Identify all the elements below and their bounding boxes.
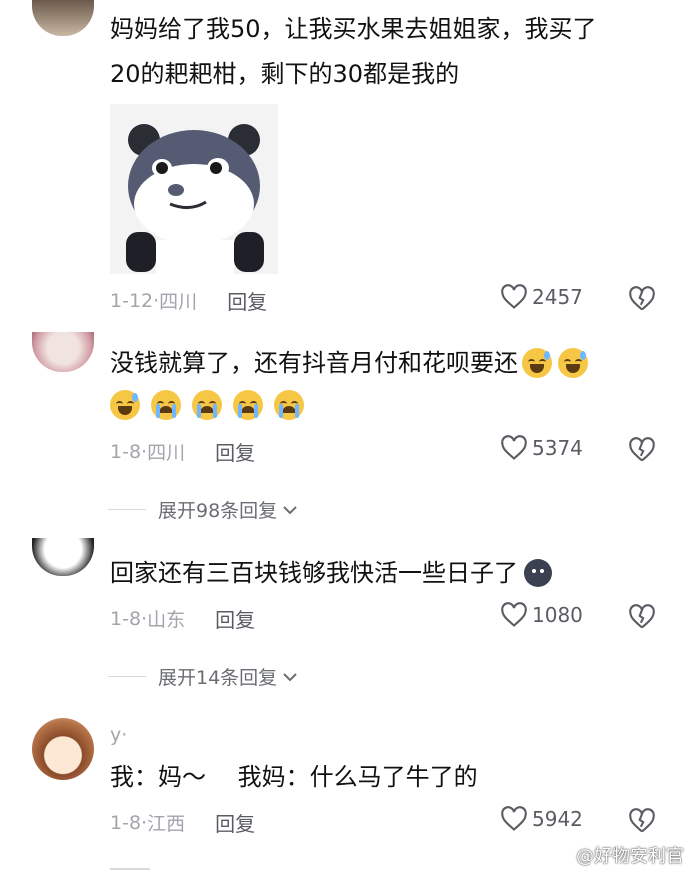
reply-button[interactable]: 回复 — [215, 604, 255, 633]
dislike-button[interactable] — [628, 286, 656, 316]
grinning-sweat-emoji — [522, 348, 552, 378]
dislike-button[interactable] — [628, 437, 656, 467]
dislike-button[interactable] — [628, 604, 656, 634]
expand-replies-label: 展开98条回复 — [158, 500, 278, 522]
comment-location: 江西 — [147, 813, 186, 835]
avatar[interactable] — [32, 332, 94, 372]
heart-icon — [501, 284, 527, 309]
reply-button[interactable]: 回复 — [215, 808, 255, 837]
crying-emoji — [192, 390, 223, 420]
comment-date: 1-8 — [110, 811, 142, 834]
weibo-logo-icon — [548, 848, 571, 864]
chevron-down-icon — [283, 672, 297, 681]
like-button[interactable]: 2457 — [500, 284, 583, 310]
broken-heart-icon — [629, 286, 655, 311]
like-button[interactable]: 5374 — [500, 435, 583, 461]
comment-location: 四川 — [147, 442, 186, 464]
like-button[interactable]: 1080 — [500, 602, 583, 628]
comment-text-line: 没钱就算了，还有抖音月付和花呗要还 — [110, 349, 518, 377]
heart-icon — [501, 435, 527, 460]
broken-heart-icon — [629, 808, 655, 833]
comment-text: 妈妈给了我50，让我买水果去姐姐家，我买了 — [110, 15, 597, 43]
avatar[interactable] — [32, 538, 94, 576]
comment-text: 我：妈～ 我妈：什么马了牛了的 — [110, 763, 478, 791]
divider — [108, 676, 146, 677]
expand-replies-label: 展开14条回复 — [158, 667, 278, 689]
comment-date: 1-12 — [110, 289, 154, 312]
heart-icon — [501, 806, 527, 831]
grinning-sweat-emoji — [558, 348, 588, 378]
crying-emoji — [233, 390, 264, 420]
crying-emoji — [151, 390, 182, 420]
weibo-watermark: @好物安利官 — [548, 842, 684, 868]
divider — [108, 509, 146, 510]
like-count: 1080 — [532, 603, 583, 627]
comment-text: 没钱就算了，还有抖音月付和花呗要还 — [110, 342, 594, 384]
dislike-button[interactable] — [628, 808, 656, 838]
expand-replies-button[interactable]: 展开14条回复 — [108, 663, 299, 690]
comment-meta: 1-8 · 江西 回复 — [110, 808, 255, 837]
like-count: 5942 — [532, 807, 583, 831]
watermark-text: @好物安利官 — [576, 846, 684, 867]
heart-icon — [501, 602, 527, 627]
comment-date: 1-8 — [110, 440, 142, 463]
reply-button[interactable]: 回复 — [227, 286, 267, 315]
comment-meta: 1-8 · 山东 回复 — [110, 604, 255, 633]
comment-text: 回家还有三百块钱够我快活一些日子了 — [110, 552, 552, 594]
avatar[interactable] — [32, 0, 94, 36]
comment-date: 1-8 — [110, 607, 142, 630]
like-count: 5374 — [532, 436, 583, 460]
comment-text-line: 回家还有三百块钱够我快活一些日子了 — [110, 559, 518, 587]
chevron-down-icon — [283, 505, 297, 514]
comment-username[interactable]: y· — [110, 724, 127, 746]
emoji-row — [110, 390, 310, 420]
like-button[interactable]: 5942 — [500, 806, 583, 832]
comment-text: 20的耙耙柑，剩下的30都是我的 — [110, 60, 460, 88]
like-count: 2457 — [532, 285, 583, 309]
expand-replies-button[interactable]: 展开98条回复 — [108, 496, 299, 523]
grinning-sweat-emoji — [110, 390, 140, 420]
crying-emoji — [274, 390, 305, 420]
avatar[interactable] — [32, 718, 94, 780]
cut-off-row — [110, 862, 310, 873]
dark-rock-emoji — [524, 559, 552, 587]
broken-heart-icon — [629, 437, 655, 462]
comment-location: 四川 — [159, 291, 198, 313]
comment-meta: 1-12 · 四川 回复 — [110, 286, 267, 315]
panda-meme-sticker[interactable] — [110, 104, 278, 274]
comment-meta: 1-8 · 四川 回复 — [110, 437, 255, 466]
reply-button[interactable]: 回复 — [215, 437, 255, 466]
comment-location: 山东 — [147, 609, 186, 631]
broken-heart-icon — [629, 604, 655, 629]
